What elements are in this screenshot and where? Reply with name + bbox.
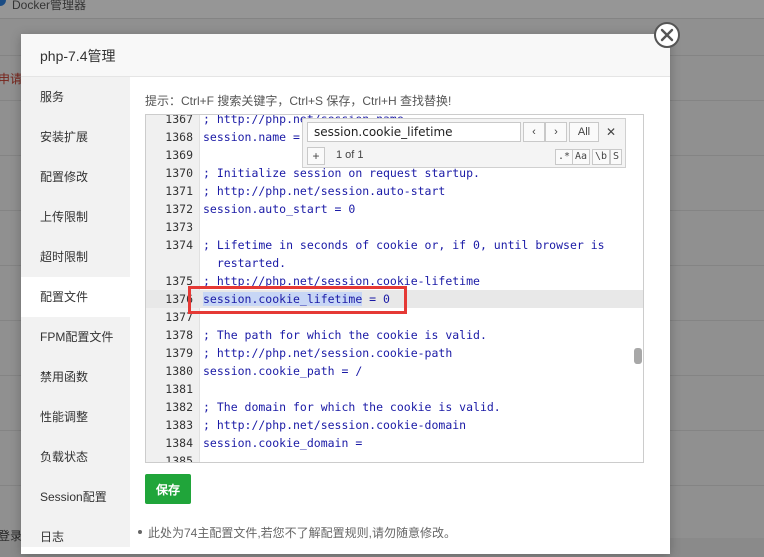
plus-icon: + bbox=[312, 149, 320, 163]
close-dialog-button[interactable] bbox=[654, 22, 680, 48]
prev-match-button[interactable]: ‹ bbox=[523, 122, 545, 142]
dialog-title: php-7.4管理 bbox=[40, 48, 116, 64]
case-sensitive-toggle[interactable]: Aa bbox=[572, 149, 591, 165]
line-number: 1383 bbox=[165, 418, 193, 432]
sidebar-item-upload-limit[interactable]: 上传限制 bbox=[21, 197, 130, 237]
code-line[interactable]: 1374 ; Lifetime in seconds of cookie or, … bbox=[146, 236, 643, 254]
code-line[interactable]: 1381 bbox=[146, 380, 643, 398]
code-text: session.auto_start = 0 bbox=[203, 202, 356, 216]
line-number: 1376 bbox=[165, 292, 193, 306]
sidebar-item-logs[interactable]: 日志 bbox=[21, 517, 130, 557]
code-line[interactable]: restarted. bbox=[146, 254, 643, 272]
close-search-button[interactable]: ✕ bbox=[601, 122, 621, 142]
dialog-header: php-7.4管理 bbox=[21, 34, 670, 77]
code-line[interactable]: 1371 ; http://php.net/session.auto-start bbox=[146, 182, 643, 200]
code-text: ; The domain for which the cookie is val… bbox=[203, 400, 501, 414]
sidebar-item-config-file[interactable]: 配置文件 bbox=[21, 277, 130, 317]
code-text: restarted. bbox=[203, 256, 287, 270]
code-line[interactable]: 1382 ; The domain for which the cookie is… bbox=[146, 398, 643, 416]
code-line[interactable]: 1380 session.cookie_path = / bbox=[146, 362, 643, 380]
code-text: ; http://php.net/session.cookie-path bbox=[203, 346, 453, 360]
chevron-left-icon: ‹ bbox=[532, 126, 536, 138]
shortcut-hint: 提示：Ctrl+F 搜索关键字，Ctrl+S 保存，Ctrl+H 查找替换! bbox=[145, 94, 452, 108]
save-button[interactable]: 保存 bbox=[145, 474, 191, 504]
line-number: 1382 bbox=[165, 400, 193, 414]
line-number: 1381 bbox=[165, 382, 193, 396]
sidebar-item-config-edit[interactable]: 配置修改 bbox=[21, 157, 130, 197]
code-line[interactable]: 1373 bbox=[146, 218, 643, 236]
line-number: 1385 bbox=[165, 454, 193, 463]
highlight-annotation-box bbox=[188, 286, 407, 314]
line-number: 1373 bbox=[165, 220, 193, 234]
code-line[interactable]: 1383 ; http://php.net/session.cookie-doma… bbox=[146, 416, 643, 434]
line-number: 1375 bbox=[165, 274, 193, 288]
line-number: 1384 bbox=[165, 436, 193, 450]
sidebar-item-session-config[interactable]: Session配置 bbox=[21, 477, 130, 517]
sidebar-item-fpm-config[interactable]: FPM配置文件 bbox=[21, 317, 130, 357]
close-icon bbox=[660, 28, 674, 42]
search-panel: ‹ › All ✕ + 1 of 1 .* Aa \b S bbox=[302, 118, 626, 168]
code-text: ; http://php.net/session.cookie-domain bbox=[203, 418, 467, 432]
sidebar-item-extensions[interactable]: 安装扩展 bbox=[21, 117, 130, 157]
code-line[interactable]: 1385 bbox=[146, 452, 643, 463]
sidebar-item-disabled-functions[interactable]: 禁用函数 bbox=[21, 357, 130, 397]
sidebar: 服务 安装扩展 配置修改 上传限制 超时限制 配置文件 FPM配置文件 禁用函数… bbox=[21, 77, 130, 547]
code-text: session.cookie_path = / bbox=[203, 364, 363, 378]
code-line[interactable]: 1379 ; http://php.net/session.cookie-path bbox=[146, 344, 643, 362]
sidebar-item-service[interactable]: 服务 bbox=[21, 77, 130, 117]
line-number: 1378 bbox=[165, 328, 193, 342]
code-text: ; http://php.net/session.auto-start bbox=[203, 184, 446, 198]
code-text: ; The path for which the cookie is valid… bbox=[203, 328, 487, 342]
in-selection-toggle[interactable]: S bbox=[610, 149, 623, 165]
toggle-replace-button[interactable]: + bbox=[307, 147, 325, 165]
code-text: session.cookie_domain = bbox=[203, 436, 363, 450]
bullet-icon bbox=[138, 530, 142, 534]
line-number: 1368 bbox=[165, 130, 193, 144]
regex-toggle[interactable]: .* bbox=[555, 149, 574, 165]
select-all-matches-button[interactable]: All bbox=[569, 122, 599, 142]
search-input[interactable] bbox=[307, 122, 521, 142]
line-number: 1370 bbox=[165, 166, 193, 180]
code-text: ; Lifetime in seconds of cookie or, if 0… bbox=[203, 238, 605, 252]
line-number: 1379 bbox=[165, 346, 193, 360]
line-number: 1377 bbox=[165, 310, 193, 324]
next-match-button[interactable]: › bbox=[545, 122, 567, 142]
code-line[interactable]: 1378 ; The path for which the cookie is v… bbox=[146, 326, 643, 344]
sidebar-item-performance[interactable]: 性能调整 bbox=[21, 397, 130, 437]
code-line[interactable]: 1384 session.cookie_domain = bbox=[146, 434, 643, 452]
code-line[interactable]: 1372 session.auto_start = 0 bbox=[146, 200, 643, 218]
line-number: 1367 bbox=[165, 114, 193, 126]
line-number: 1372 bbox=[165, 202, 193, 216]
sidebar-item-load-status[interactable]: 负载状态 bbox=[21, 437, 130, 477]
close-icon: ✕ bbox=[605, 125, 617, 139]
chevron-right-icon: › bbox=[554, 126, 558, 138]
match-count: 1 of 1 bbox=[336, 149, 364, 161]
editor-scrollbar-thumb[interactable] bbox=[634, 348, 642, 364]
line-number: 1380 bbox=[165, 364, 193, 378]
whole-word-toggle[interactable]: \b bbox=[592, 149, 611, 165]
line-number: 1371 bbox=[165, 184, 193, 198]
line-number: 1369 bbox=[165, 148, 193, 162]
sidebar-item-timeout-limit[interactable]: 超时限制 bbox=[21, 237, 130, 277]
line-number: 1374 bbox=[165, 238, 193, 252]
config-warning-note: 此处为74主配置文件,若您不了解配置规则,请勿随意修改。 bbox=[138, 524, 456, 541]
